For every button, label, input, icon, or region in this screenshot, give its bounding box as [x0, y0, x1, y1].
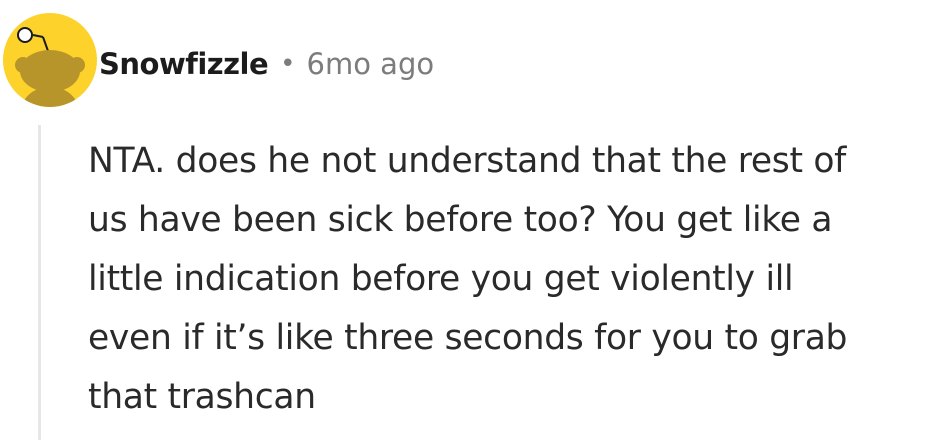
- username-link[interactable]: Snowfizzle: [99, 47, 269, 81]
- comment-body-line: NTA. does he not understand that the res…: [88, 141, 847, 181]
- comment-header: Snowfizzle • 6mo ago: [99, 40, 434, 88]
- thread-collapse-line[interactable]: [38, 125, 41, 440]
- meta-separator: •: [280, 49, 296, 79]
- comment-timestamp[interactable]: 6mo ago: [307, 47, 435, 81]
- snoo-avatar-icon: [15, 27, 85, 107]
- user-avatar[interactable]: [3, 13, 97, 107]
- comment-body-line: us have been sick before too? You get li…: [88, 200, 833, 240]
- comment: Snowfizzle • 6mo ago NTA. does he not un…: [0, 0, 941, 440]
- comment-body: NTA. does he not understand that the res…: [88, 132, 928, 427]
- comment-body-line: little indication before you get violent…: [88, 259, 794, 299]
- comment-body-line: even if it’s like three seconds for you …: [88, 318, 848, 358]
- comment-body-line: that trashcan: [88, 377, 316, 417]
